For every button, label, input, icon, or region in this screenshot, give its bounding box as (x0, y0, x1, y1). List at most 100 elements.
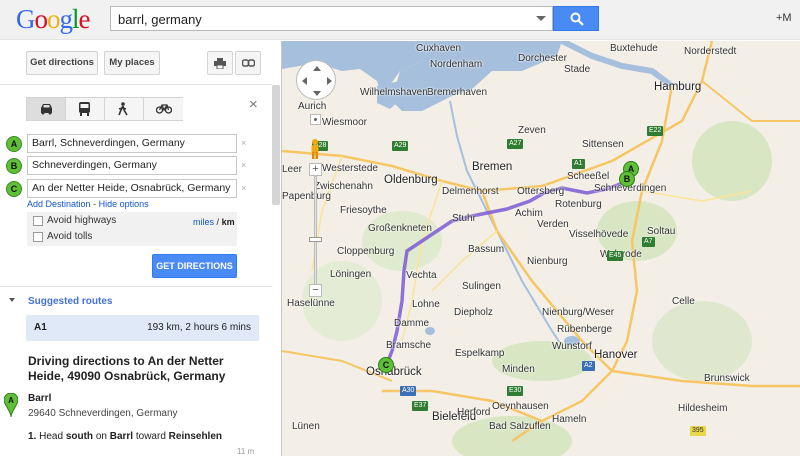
waypoint-c-input[interactable]: An der Netter Heide, Osnabrück, Germany (27, 179, 237, 198)
step-text: toward (135, 431, 166, 442)
road-shield: A30 (400, 386, 417, 396)
step-text: Head (39, 431, 64, 442)
step-distance: 11 m (237, 447, 255, 456)
get-directions-button[interactable]: GET DIRECTIONS (152, 254, 237, 278)
car-icon (41, 104, 52, 115)
print-button[interactable] (207, 51, 233, 75)
map-label-zwischenahn: Zwischenahn (314, 181, 373, 192)
my-places-button[interactable]: My places (104, 51, 160, 75)
direction-step[interactable]: 1. Head south on Barrl toward Reinsehlen (28, 431, 222, 442)
close-icon[interactable]: × (249, 96, 258, 113)
get-directions-tab-button[interactable]: Get directions (26, 51, 98, 75)
zoom-out-button[interactable]: − (309, 284, 322, 297)
map-label-aurich: Aurich (298, 101, 327, 112)
avoid-tolls-checkbox[interactable] (33, 232, 43, 242)
map-label-herford: Herford (457, 407, 491, 418)
user-plus-link[interactable]: +M (776, 12, 792, 24)
step-direction: south (65, 431, 94, 442)
search-dropdown-icon[interactable] (536, 16, 546, 21)
road-shield: A1 (572, 159, 585, 169)
travel-mode-selector (26, 97, 183, 121)
divider (0, 286, 272, 287)
waypoint-a-input[interactable]: Barrl, Schneverdingen, Germany (27, 134, 237, 153)
road-shield: A2 (582, 361, 595, 371)
logo-letter: G (16, 4, 35, 34)
units-km-label[interactable]: km (222, 217, 235, 227)
map-view[interactable]: Cuxhaven Stade Hamburg Nordenham Bremerh… (282, 41, 800, 456)
map-label-bassum: Bassum (468, 244, 505, 255)
map-label-oeynhausen: Oeynhausen (492, 401, 549, 412)
map-label-achim: Achim (515, 208, 543, 219)
suggested-routes-heading[interactable]: Suggested routes (28, 296, 112, 307)
map-label-verden: Verden (537, 219, 569, 230)
remove-waypoint-c-icon[interactable]: × (241, 183, 246, 193)
waypoint-a-marker-icon[interactable]: A (6, 136, 22, 152)
logo-letter: e (78, 4, 91, 34)
map-label-diepholz: Diepholz (454, 307, 493, 318)
street-view-pegman-icon[interactable] (310, 139, 320, 162)
remove-waypoint-b-icon[interactable]: × (241, 160, 246, 170)
collapse-arrow-icon[interactable] (9, 298, 15, 302)
map-label-westerstede: Westerstede (322, 163, 378, 174)
map-label-stade: Stade (564, 64, 591, 75)
search-button[interactable] (553, 6, 599, 31)
units-toggle: miles / km (193, 217, 235, 227)
route-option[interactable]: A1 193 km, 2 hours 6 mins (26, 315, 259, 341)
route-pin-c[interactable]: C (378, 357, 394, 373)
mode-transit[interactable] (66, 98, 105, 120)
search-icon (570, 12, 584, 26)
walk-icon (118, 102, 128, 116)
avoid-highways-checkbox[interactable] (33, 216, 43, 226)
map-label-lunen: Lünen (292, 421, 320, 432)
zoom-in-button[interactable]: + (309, 163, 322, 176)
map-label-scheessel: Scheeßel (567, 171, 610, 182)
route-name: A1 (34, 322, 47, 333)
divider (0, 84, 272, 85)
map-label-vechta: Vechta (406, 270, 437, 281)
units-miles-link[interactable]: miles (193, 217, 214, 227)
waypoint-b-input[interactable]: Schneverdingen, Germany (27, 156, 237, 175)
google-logo[interactable]: Google (16, 4, 90, 34)
map-label-nordenham: Nordenham (430, 59, 483, 70)
zoom-slider-handle[interactable] (309, 237, 322, 242)
add-destination-link[interactable]: Add Destination (27, 199, 91, 209)
map-label-hameln: Hameln (552, 414, 587, 425)
remove-waypoint-a-icon[interactable]: × (241, 138, 246, 148)
mode-bicycle[interactable] (144, 98, 183, 120)
map-label-bramsche: Bramsche (386, 340, 432, 351)
mode-car[interactable] (27, 98, 66, 120)
road-shield: A29 (392, 141, 409, 151)
map-label-hamburg: Hamburg (654, 81, 702, 93)
link-icon (241, 59, 255, 67)
map-label-minden: Minden (502, 364, 535, 375)
map-label-hanover: Hanover (594, 349, 638, 361)
map-label-espelkamp: Espelkamp (455, 348, 505, 359)
road-shield: E45 (607, 251, 624, 261)
map-label-rotenburg: Rotenburg (555, 199, 602, 210)
route-pin-b[interactable]: B (619, 171, 635, 187)
map-label-dorchester: Dorchester (518, 53, 567, 64)
zoom-slider-track[interactable] (314, 176, 317, 289)
logo-letter: o (34, 4, 48, 34)
start-place-address: 29640 Schneverdingen, Germany (28, 408, 178, 419)
road-shield: 395 (690, 426, 706, 436)
mode-walking[interactable] (105, 98, 144, 120)
link-button[interactable] (235, 51, 261, 75)
pan-control[interactable] (296, 60, 336, 100)
panel-scrollbar[interactable] (272, 85, 280, 205)
search-text: barrl, germany (118, 12, 202, 27)
search-input[interactable]: barrl, germany (110, 6, 553, 31)
map-label-visselhovede: Visselhövede (569, 229, 629, 240)
waypoint-c-marker-icon[interactable]: C (6, 181, 22, 197)
bus-icon (79, 102, 90, 116)
map-label-cuxhaven: Cuxhaven (416, 43, 462, 54)
step-road: Barrl (109, 431, 134, 442)
map-label-grossenkneten: Großenkneten (368, 223, 432, 234)
hide-options-link[interactable]: Hide options (99, 199, 149, 209)
map-label-papenburg: Papenburg (282, 191, 331, 202)
printer-icon (214, 58, 226, 70)
map-label-bremerhaven: Bremerhaven (427, 87, 488, 98)
zoom-reset-button[interactable] (310, 114, 321, 125)
waypoint-b-marker-icon[interactable]: B (6, 158, 22, 174)
map-label-friesoythe: Friesoythe (340, 205, 387, 216)
